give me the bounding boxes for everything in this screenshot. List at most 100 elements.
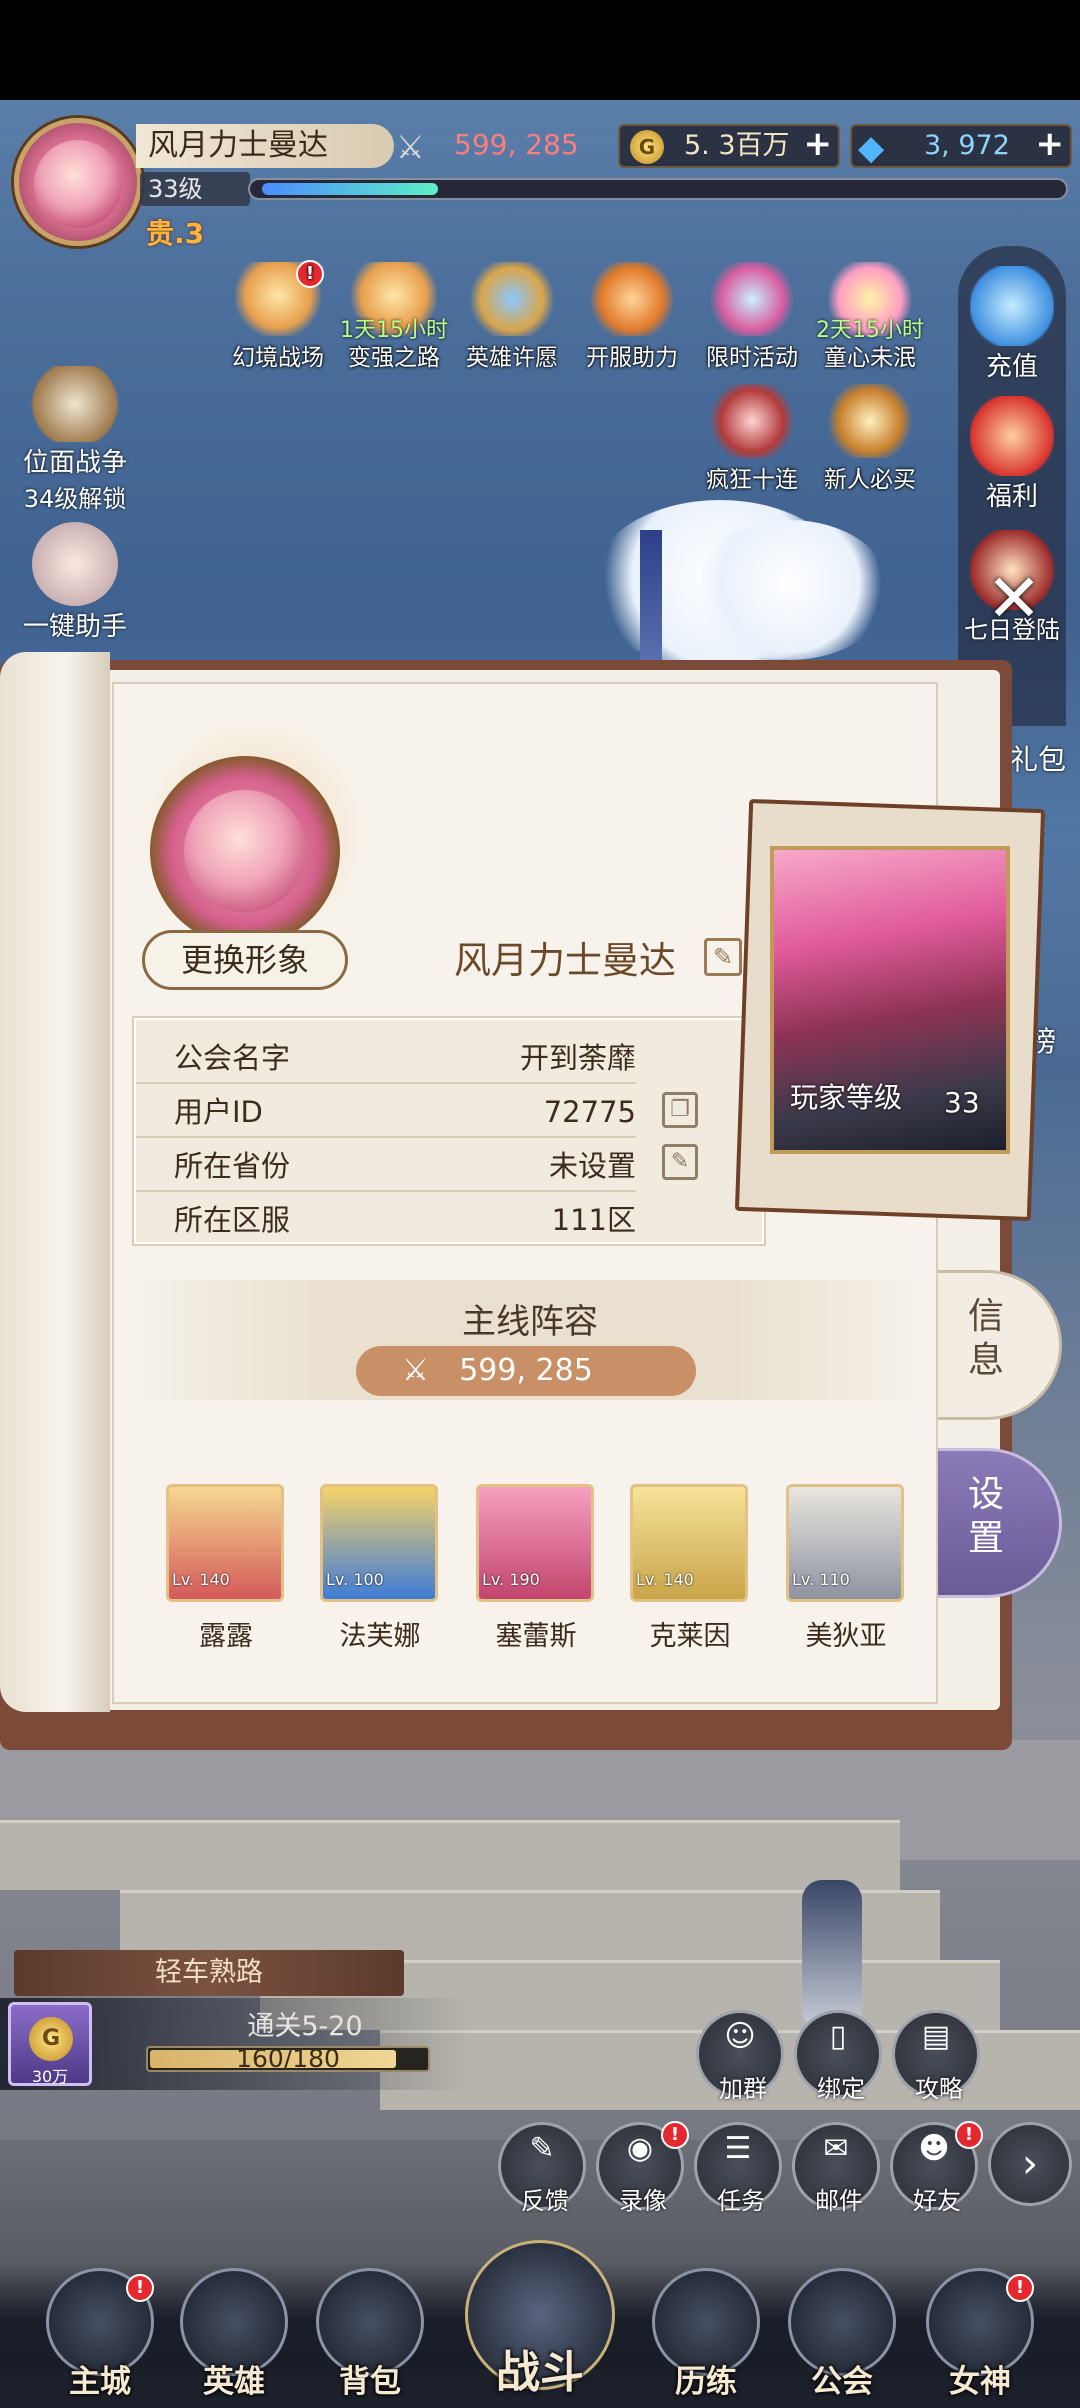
- edit-province-icon[interactable]: ✎: [662, 1144, 698, 1180]
- hero-slot-serex[interactable]: Lv. 190 塞蕾斯: [476, 1484, 596, 1653]
- profile-portrait: [184, 790, 306, 912]
- knight-npc[interactable]: [802, 1880, 862, 2030]
- nav-label: 战斗: [496, 2347, 584, 2398]
- nav-guild[interactable]: 公会: [782, 2268, 902, 2408]
- event-label: 英雄许愿: [466, 345, 558, 371]
- table-row: 所在省份 未设置: [136, 1140, 636, 1192]
- player-level: 33级: [140, 172, 250, 206]
- replay-button[interactable]: ◉ 录像 !: [596, 2121, 689, 2215]
- gift-box-icon: [970, 396, 1054, 476]
- friends-button[interactable]: ☻ 好友 !: [890, 2121, 983, 2215]
- button-label: 录像: [619, 2187, 667, 2215]
- notification-badge: !: [1006, 2274, 1034, 2302]
- event-label: 限时活动: [706, 345, 798, 371]
- hero-level: Lv. 100: [326, 1570, 384, 1589]
- stage-title: 通关5-20: [247, 2011, 363, 2042]
- row-key: 所在区服: [174, 1203, 291, 1237]
- table-row: 所在区服 111区: [136, 1194, 636, 1246]
- event-timer: 1天15小时: [340, 318, 448, 343]
- side-label: 充值: [985, 352, 1038, 382]
- crossed-swords-icon: ⚔: [402, 1353, 429, 1388]
- player-name: 风月力士曼达: [136, 124, 394, 168]
- scroll-icon: ☰: [724, 2131, 752, 2166]
- change-avatar-button[interactable]: 更换形象: [142, 930, 348, 990]
- diamond-value: 3, 972: [924, 130, 1010, 161]
- book-page-curl: [0, 652, 110, 1712]
- event-crazy-ten[interactable]: 疯狂十连: [702, 384, 802, 494]
- side-label: 福利: [985, 482, 1038, 512]
- expand-arrow-button[interactable]: ›: [988, 2122, 1072, 2206]
- nav-training[interactable]: 历练: [646, 2268, 766, 2408]
- power-display: ⚔ 599, 285: [392, 124, 612, 168]
- plane-war-button[interactable]: 位面战争 34级解锁: [10, 366, 140, 514]
- nav-main-city[interactable]: 主城 !: [40, 2268, 160, 2408]
- one-click-helper-button[interactable]: 一键助手: [10, 522, 140, 643]
- hero-slot-klein[interactable]: Lv. 140 克莱因: [630, 1484, 750, 1653]
- guide-button[interactable]: ▤ 攻略: [892, 2010, 980, 2103]
- server-value: 111区: [551, 1203, 636, 1237]
- hero-name: 克莱因: [649, 1621, 731, 1652]
- welfare-button[interactable]: 福利: [962, 396, 1062, 513]
- nav-label: 公会: [811, 2364, 873, 2400]
- gold-coin-icon: G: [29, 2017, 73, 2061]
- chevron-right-icon: ›: [1022, 2141, 1038, 2187]
- diamond-icon: ◆: [858, 128, 885, 168]
- event-newbie-pack[interactable]: 新人必买: [820, 384, 920, 494]
- player-portrait: [34, 140, 122, 228]
- book-icon: ▤: [921, 2019, 951, 2054]
- event-server-boost[interactable]: 开服助力: [582, 262, 682, 372]
- gift-pack-button[interactable]: 礼包: [1010, 738, 1066, 778]
- diamond-display[interactable]: ◆ 3, 972 +: [850, 124, 1072, 168]
- hero-level: Lv. 110: [792, 1570, 850, 1589]
- event-fantasy-battlefield[interactable]: 幻境战场 !: [228, 260, 328, 372]
- row-key: 所在省份: [174, 1149, 291, 1183]
- power-value: 599, 285: [454, 128, 579, 161]
- profile-info-table: 公会名字 开到荼靡 用户ID 72775 所在省份 未设置 所在区服 111区 …: [134, 1018, 764, 1244]
- nav-heroes[interactable]: 英雄: [174, 2268, 294, 2408]
- mail-button[interactable]: ✉ 邮件: [792, 2122, 880, 2215]
- province-value: 未设置: [548, 1149, 636, 1183]
- unlock-hint: 34级解锁: [23, 485, 127, 513]
- stage-reward[interactable]: G 30万: [8, 2002, 92, 2086]
- event-label: 幻境战场: [232, 345, 324, 371]
- hero-slot-medea[interactable]: Lv. 110 美狄亚: [786, 1484, 906, 1653]
- copy-icon[interactable]: ❐: [662, 1092, 698, 1128]
- hero-slot-fafna[interactable]: Lv. 100 法芙娜: [320, 1484, 440, 1653]
- nav-label: 英雄: [203, 2364, 265, 2400]
- hero-name: 美狄亚: [805, 1621, 887, 1652]
- nav-backpack[interactable]: 背包: [310, 2268, 430, 2408]
- join-group-button[interactable]: ☺ 加群: [696, 2010, 784, 2103]
- gold-display[interactable]: G 5. 3百万 +: [618, 124, 840, 168]
- nav-label: 主城: [69, 2364, 131, 2400]
- event-limited-time[interactable]: 限时活动: [702, 262, 802, 372]
- edit-name-icon[interactable]: ✎: [704, 938, 742, 976]
- stage-progress-text: 160/180: [236, 2044, 340, 2073]
- notification-badge: !: [126, 2274, 154, 2302]
- button-label: 绑定: [817, 2075, 865, 2103]
- add-gold-button[interactable]: +: [804, 124, 833, 164]
- diamond-pile-icon: [970, 266, 1054, 346]
- side-label: 一键助手: [22, 612, 127, 642]
- hero-name: 法芙娜: [339, 1621, 421, 1652]
- event-path-to-power[interactable]: 变强之路 1天15小时: [340, 262, 448, 372]
- gold-coin-icon: G: [630, 130, 664, 164]
- event-label: 疯狂十连: [706, 467, 798, 493]
- side-label: 位面战争: [22, 448, 127, 478]
- recharge-button[interactable]: 充值: [962, 266, 1062, 383]
- event-label: 变强之路: [348, 345, 440, 371]
- hero-name: 露露: [199, 1621, 253, 1652]
- hero-slot-lulu[interactable]: Lv. 140 露露: [166, 1484, 286, 1653]
- add-diamond-button[interactable]: +: [1036, 124, 1065, 164]
- tasks-button[interactable]: ☰ 任务: [694, 2122, 782, 2215]
- nav-goddess[interactable]: 女神 !: [920, 2268, 1040, 2408]
- event-hero-wish[interactable]: 英雄许愿: [462, 262, 562, 372]
- bind-button[interactable]: ▯ 绑定: [794, 2010, 882, 2103]
- event-childlike-heart[interactable]: 童心未泯 2天15小时: [816, 262, 924, 372]
- feedback-button[interactable]: ✎ 反馈: [498, 2122, 586, 2215]
- phone-icon: ▯: [829, 2019, 847, 2054]
- wish-orb-icon: [469, 262, 555, 336]
- vip-badge[interactable]: 贵.3: [146, 212, 204, 252]
- mail-icon: ✉: [823, 2131, 849, 2166]
- nav-battle[interactable]: 战斗: [460, 2240, 620, 2398]
- close-icon[interactable]: ✕: [980, 566, 1048, 634]
